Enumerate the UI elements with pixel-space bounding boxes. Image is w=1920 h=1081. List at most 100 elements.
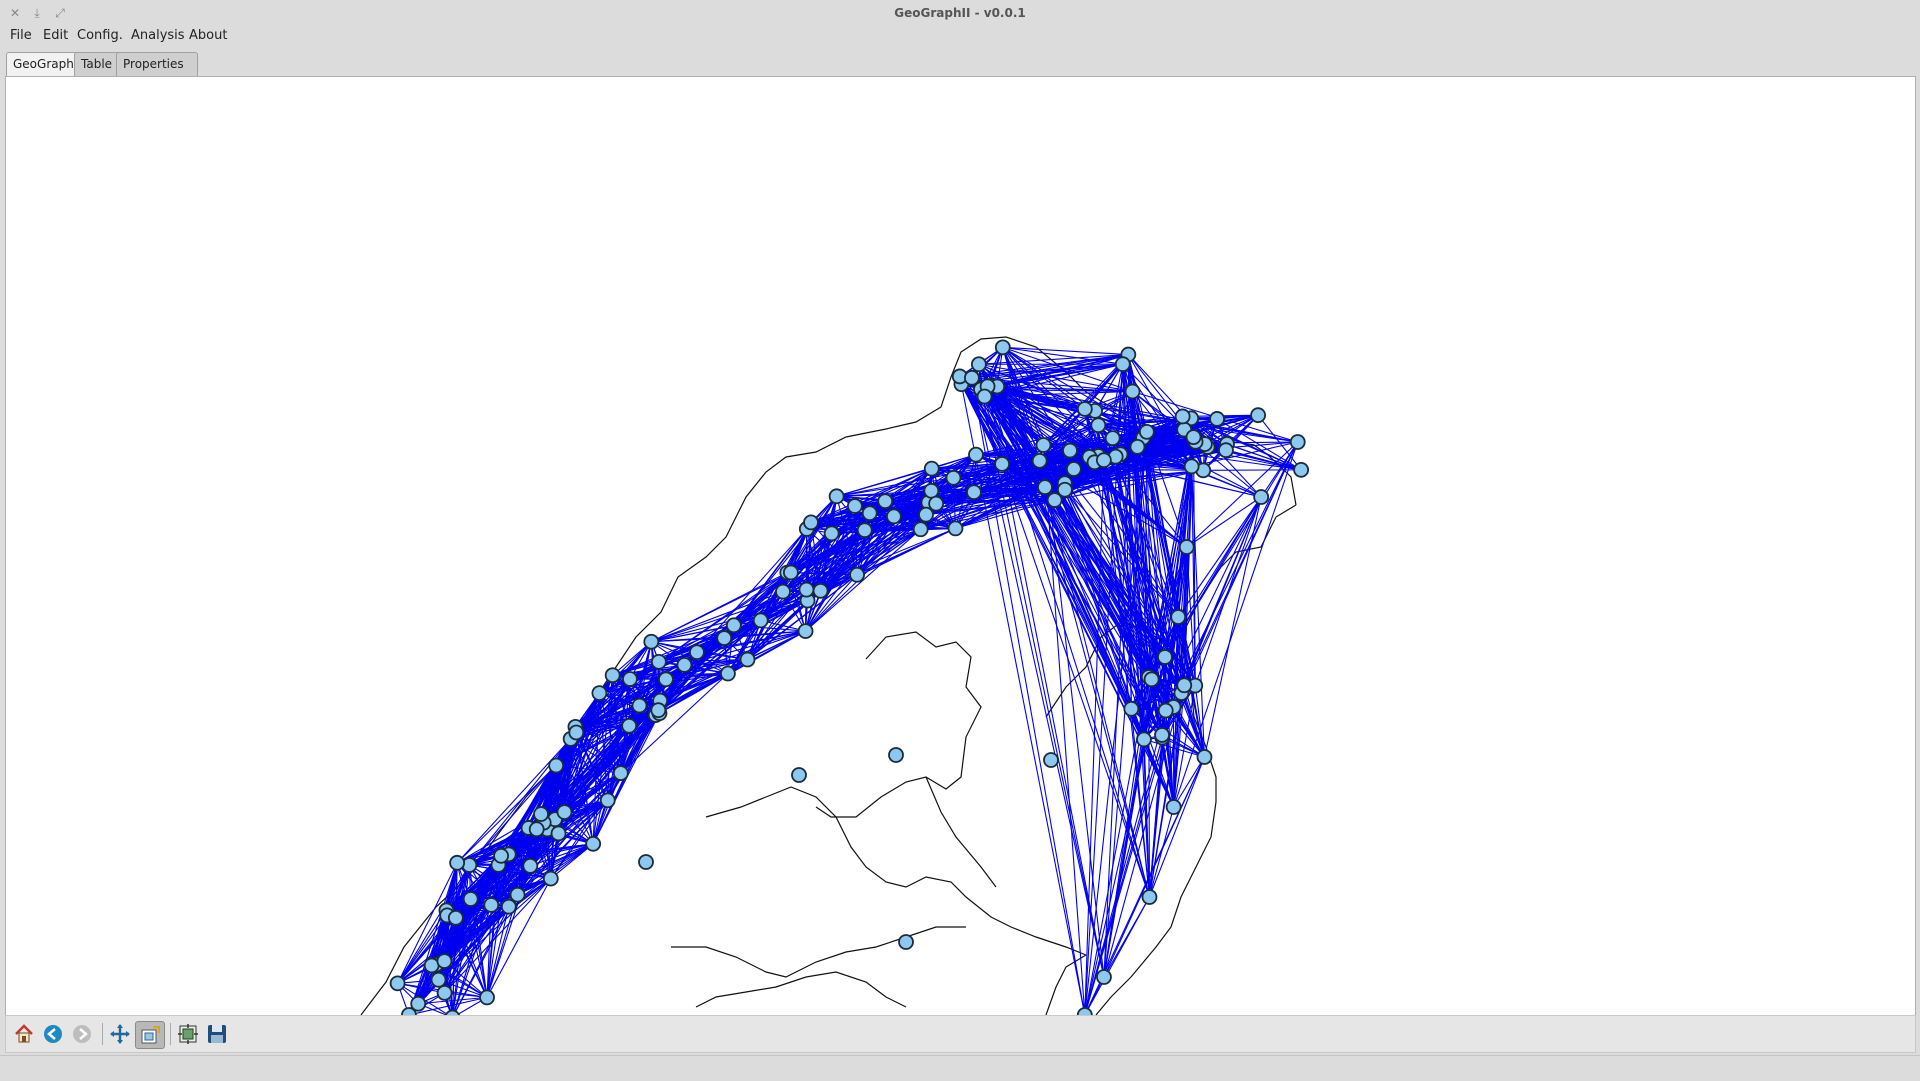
graph-node[interactable] — [721, 667, 735, 681]
graph-node[interactable] — [858, 523, 872, 537]
graph-node[interactable] — [606, 668, 620, 682]
graph-node[interactable] — [1130, 440, 1144, 454]
graph-node[interactable] — [889, 748, 903, 762]
graph-node[interactable] — [438, 986, 452, 1000]
menu-about[interactable]: About — [185, 27, 231, 45]
graph-node[interactable] — [450, 856, 464, 870]
graph-node[interactable] — [690, 645, 704, 659]
graph-node[interactable] — [995, 457, 1009, 471]
graph-node[interactable] — [848, 499, 862, 513]
graph-node[interactable] — [784, 565, 798, 579]
graph-node[interactable] — [1155, 728, 1169, 742]
graph-node[interactable] — [639, 855, 653, 869]
graph-canvas[interactable] — [5, 76, 1916, 1016]
graph-node[interactable] — [914, 522, 928, 536]
graph-node[interactable] — [792, 768, 806, 782]
graph-node[interactable] — [1177, 678, 1191, 692]
graph-node[interactable] — [754, 613, 768, 627]
graph-node[interactable] — [1097, 970, 1111, 984]
graph-node[interactable] — [402, 1008, 416, 1015]
graph-node[interactable] — [632, 699, 646, 713]
graph-node[interactable] — [1142, 890, 1156, 904]
graph-node[interactable] — [776, 585, 790, 599]
graph-node[interactable] — [948, 521, 962, 535]
graph-node[interactable] — [799, 583, 813, 597]
graph-node[interactable] — [480, 990, 494, 1004]
graph-node[interactable] — [1167, 800, 1181, 814]
graph-node[interactable] — [569, 725, 583, 739]
graph-node[interactable] — [1033, 454, 1047, 468]
graph-node[interactable] — [511, 888, 525, 902]
graph-node[interactable] — [1176, 409, 1190, 423]
graph-node[interactable] — [1063, 444, 1077, 458]
graph-node[interactable] — [659, 672, 673, 686]
graph-node[interactable] — [644, 635, 658, 649]
graph-node[interactable] — [1097, 453, 1111, 467]
menu-edit[interactable]: Edit — [39, 27, 72, 45]
graph-node[interactable] — [484, 898, 498, 912]
graph-node[interactable] — [622, 719, 636, 733]
graph-node[interactable] — [586, 837, 600, 851]
graph-node[interactable] — [924, 484, 938, 498]
graph-node[interactable] — [652, 655, 666, 669]
graph-node[interactable] — [1038, 480, 1052, 494]
graph-node[interactable] — [530, 822, 544, 836]
pan-button[interactable] — [106, 1021, 134, 1047]
graph-node[interactable] — [557, 805, 571, 819]
graph-node[interactable] — [929, 497, 943, 511]
graph-node[interactable] — [1044, 753, 1058, 767]
graph-node[interactable] — [464, 892, 478, 906]
graph-node[interactable] — [592, 686, 606, 700]
graph-node[interactable] — [1145, 672, 1159, 686]
graph-node[interactable] — [544, 872, 558, 886]
graph-node[interactable] — [1251, 408, 1265, 422]
menu-file[interactable]: File — [6, 27, 36, 45]
configure-subplots-button[interactable] — [174, 1021, 202, 1047]
network-map[interactable] — [6, 77, 1915, 1015]
graph-node[interactable] — [946, 471, 960, 485]
graph-node[interactable] — [1116, 357, 1130, 371]
graph-node[interactable] — [996, 340, 1010, 354]
graph-node[interactable] — [850, 568, 864, 582]
menu-config[interactable]: Config. — [73, 27, 127, 45]
graph-node[interactable] — [969, 448, 983, 462]
graph-node[interactable] — [1126, 384, 1140, 398]
graph-node[interactable] — [623, 672, 637, 686]
zoom-button[interactable] — [135, 1021, 165, 1049]
graph-node[interactable] — [651, 703, 665, 717]
graph-node[interactable] — [549, 759, 563, 773]
graph-node[interactable] — [1036, 438, 1050, 452]
graph-node[interactable] — [1106, 431, 1120, 445]
save-button[interactable] — [203, 1021, 231, 1047]
graph-node[interactable] — [1159, 704, 1173, 718]
graph-node[interactable] — [799, 624, 813, 638]
graph-node[interactable] — [1058, 483, 1072, 497]
graph-node[interactable] — [899, 935, 913, 949]
graph-node[interactable] — [814, 584, 828, 598]
graph-node[interactable] — [878, 494, 892, 508]
graph-node[interactable] — [534, 807, 548, 821]
graph-node[interactable] — [863, 506, 877, 520]
graph-node[interactable] — [614, 766, 628, 780]
forward-button[interactable] — [68, 1021, 96, 1047]
tab-geograph[interactable]: GeoGraph — [6, 52, 80, 77]
graph-node[interactable] — [1091, 418, 1105, 432]
graph-node[interactable] — [741, 653, 755, 667]
menu-analysis[interactable]: Analysis — [127, 27, 189, 45]
graph-node[interactable] — [1254, 490, 1268, 504]
graph-node[interactable] — [1180, 540, 1194, 554]
graph-node[interactable] — [978, 390, 992, 404]
graph-node[interactable] — [887, 509, 901, 523]
graph-node[interactable] — [1219, 443, 1233, 457]
graph-node[interactable] — [727, 618, 741, 632]
graph-node[interactable] — [437, 954, 451, 968]
graph-node[interactable] — [925, 462, 939, 476]
graph-node[interactable] — [1187, 430, 1201, 444]
tab-table[interactable]: Table — [74, 52, 122, 76]
graph-node[interactable] — [1171, 610, 1185, 624]
graph-node[interactable] — [804, 515, 818, 529]
tab-properties[interactable]: Properties — [116, 52, 198, 76]
graph-node[interactable] — [449, 911, 463, 925]
graph-node[interactable] — [1197, 750, 1211, 764]
graph-node[interactable] — [1124, 702, 1138, 716]
